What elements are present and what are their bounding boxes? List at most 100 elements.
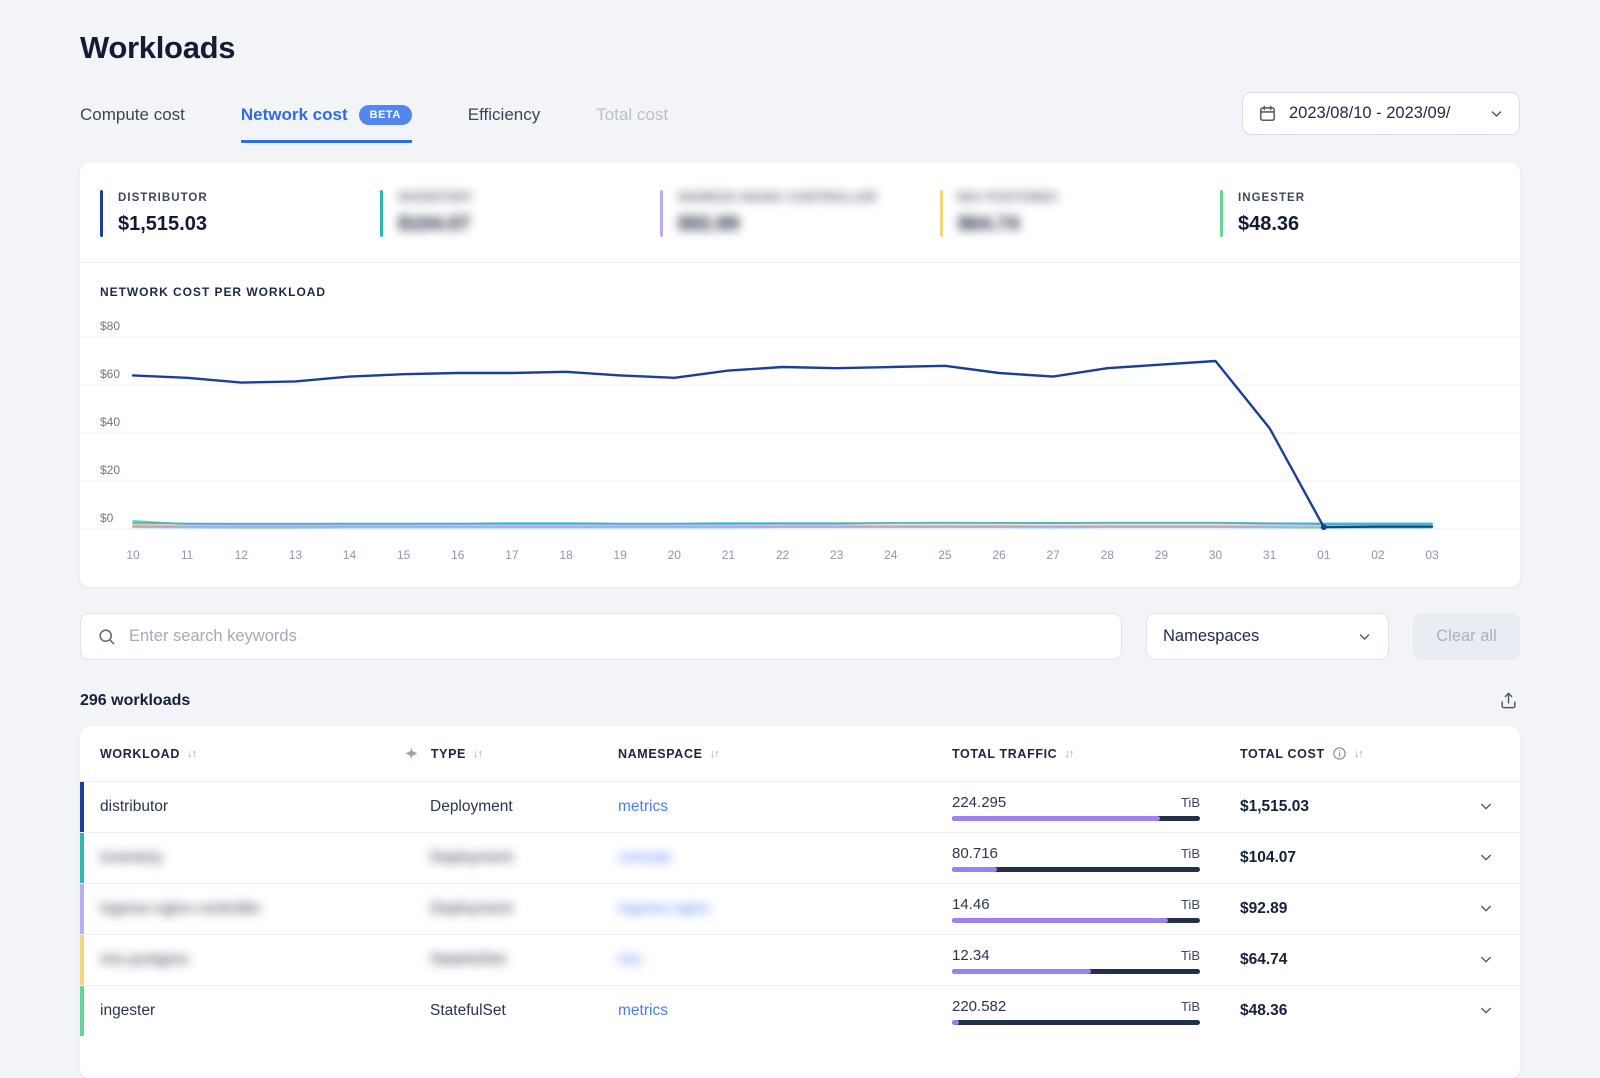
- results-header: 296 workloads: [80, 688, 1520, 713]
- summary-card-2[interactable]: INVENTORY $104.07: [380, 190, 660, 237]
- expand-row-button[interactable]: [1474, 998, 1498, 1025]
- svg-text:23: 23: [830, 548, 844, 562]
- traffic-value: 12.34: [952, 947, 990, 964]
- namespaces-dropdown[interactable]: Namespaces: [1146, 613, 1389, 660]
- stat-label: INGESTER: [1238, 190, 1305, 204]
- svg-text:21: 21: [722, 548, 736, 562]
- column-resize-icon[interactable]: ◂|▸: [406, 748, 416, 759]
- stat-accent: [1220, 190, 1223, 237]
- svg-text:16: 16: [451, 548, 465, 562]
- traffic-bar: [952, 969, 1200, 974]
- column-header-type[interactable]: ◂|▸ TYPE ↓↑: [430, 747, 618, 761]
- table-row[interactable]: mix-postgres StatefulSet mix 12.34 TiB $…: [80, 934, 1520, 985]
- summary-card-ingester[interactable]: INGESTER $48.36: [1220, 190, 1500, 237]
- summary-cards: DISTRIBUTOR $1,515.03 INVENTORY $104.07 …: [80, 163, 1520, 263]
- traffic-bar-fill: [952, 1020, 959, 1025]
- stat-value: $104.07: [398, 213, 474, 236]
- clear-all-button[interactable]: Clear all: [1413, 613, 1520, 660]
- svg-text:15: 15: [397, 548, 411, 562]
- workload-name: distributor: [100, 798, 430, 816]
- stat-value: $64.74: [958, 213, 1058, 236]
- chevron-down-icon: [1357, 629, 1372, 644]
- summary-card-distributor[interactable]: DISTRIBUTOR $1,515.03: [100, 190, 380, 237]
- info-icon[interactable]: [1332, 746, 1347, 761]
- svg-text:22: 22: [776, 548, 790, 562]
- workload-name: mix-postgres: [100, 951, 430, 969]
- expand-row-button[interactable]: [1474, 794, 1498, 821]
- namespace-link[interactable]: metrics: [618, 798, 668, 815]
- svg-text:10: 10: [126, 548, 140, 562]
- column-label: NAMESPACE: [618, 747, 703, 761]
- sort-icon[interactable]: ↓↑: [473, 748, 482, 760]
- expand-row-button[interactable]: [1474, 896, 1498, 923]
- traffic-value: 80.716: [952, 845, 998, 862]
- svg-text:$80: $80: [100, 319, 120, 333]
- workload-name: ingester: [100, 1002, 430, 1020]
- summary-card-3[interactable]: INGRESS NGINX CONTROLLER $92.89: [660, 190, 940, 237]
- tab-network-cost[interactable]: Network cost BETA: [241, 105, 412, 143]
- namespace-link[interactable]: console: [618, 849, 671, 866]
- column-header-workload[interactable]: WORKLOAD ↓↑: [100, 747, 430, 761]
- search-input[interactable]: [129, 627, 1105, 646]
- stat-accent: [100, 190, 103, 237]
- row-accent: [80, 935, 84, 985]
- svg-text:31: 31: [1263, 548, 1277, 562]
- tab-compute-cost[interactable]: Compute cost: [80, 105, 185, 143]
- tab-efficiency[interactable]: Efficiency: [468, 105, 540, 143]
- chart-title: NETWORK COST PER WORKLOAD: [80, 285, 1520, 299]
- traffic-unit: TiB: [1181, 999, 1200, 1014]
- namespace-link[interactable]: metrics: [618, 1002, 668, 1019]
- traffic-cell: 220.582 TiB: [952, 998, 1200, 1025]
- traffic-bar-fill: [952, 816, 1160, 821]
- traffic-unit: TiB: [1181, 846, 1200, 861]
- column-header-total-traffic[interactable]: TOTAL TRAFFIC ↓↑: [952, 747, 1240, 761]
- page-title: Workloads: [80, 30, 1520, 66]
- workload-count: 296 workloads: [80, 692, 190, 710]
- svg-text:13: 13: [289, 548, 303, 562]
- stat-label: INVENTORY: [398, 190, 474, 204]
- traffic-bar: [952, 918, 1200, 923]
- stat-value: $1,515.03: [118, 213, 208, 236]
- svg-text:25: 25: [938, 548, 952, 562]
- table-row[interactable]: inventory Deployment console 80.716 TiB …: [80, 832, 1520, 883]
- calendar-icon: [1258, 104, 1277, 123]
- svg-text:26: 26: [992, 548, 1006, 562]
- svg-text:17: 17: [505, 548, 519, 562]
- table-row[interactable]: ingester StatefulSet metrics 220.582 TiB…: [80, 985, 1520, 1036]
- column-header-namespace[interactable]: NAMESPACE ↓↑: [618, 747, 952, 761]
- row-accent: [80, 986, 84, 1036]
- svg-text:20: 20: [668, 548, 682, 562]
- column-header-total-cost[interactable]: TOTAL COST ↓↑: [1240, 746, 1445, 761]
- traffic-cell: 224.295 TiB: [952, 794, 1200, 821]
- sort-icon[interactable]: ↓↑: [710, 748, 719, 760]
- export-button[interactable]: [1497, 688, 1520, 713]
- svg-text:$0: $0: [100, 511, 114, 525]
- date-range-picker[interactable]: 2023/08/10 - 2023/09/: [1242, 92, 1520, 135]
- workload-type: Deployment: [430, 798, 618, 816]
- workload-type: StatefulSet: [430, 951, 618, 969]
- svg-text:14: 14: [343, 548, 357, 562]
- svg-text:12: 12: [235, 548, 249, 562]
- traffic-value: 224.295: [952, 794, 1006, 811]
- filter-row: Namespaces Clear all: [80, 613, 1520, 660]
- network-cost-chart: $0$20$40$60$8010111213141516171819202122…: [80, 301, 1520, 579]
- sort-icon[interactable]: ↓↑: [187, 748, 196, 760]
- namespaces-dropdown-label: Namespaces: [1163, 627, 1259, 646]
- workloads-table: WORKLOAD ↓↑ ◂|▸ TYPE ↓↑ NAMESPACE ↓↑ TOT…: [80, 726, 1520, 1078]
- row-accent: [80, 782, 84, 832]
- namespace-link[interactable]: mix: [618, 951, 642, 968]
- expand-row-button[interactable]: [1474, 845, 1498, 872]
- export-icon: [1499, 690, 1518, 711]
- svg-text:$40: $40: [100, 415, 120, 429]
- table-row[interactable]: ingress-nginx-controller Deployment ingr…: [80, 883, 1520, 934]
- table-row[interactable]: distributor Deployment metrics 224.295 T…: [80, 781, 1520, 832]
- sort-icon[interactable]: ↓↑: [1064, 748, 1073, 760]
- summary-card-4[interactable]: MIX POSTGRES $64.74: [940, 190, 1220, 237]
- traffic-cell: 12.34 TiB: [952, 947, 1200, 974]
- svg-text:30: 30: [1209, 548, 1223, 562]
- sort-icon[interactable]: ↓↑: [1354, 748, 1363, 760]
- namespace-link[interactable]: ingress-nginx: [618, 900, 710, 917]
- column-label: WORKLOAD: [100, 747, 180, 761]
- expand-row-button[interactable]: [1474, 947, 1498, 974]
- svg-text:$60: $60: [100, 367, 120, 381]
